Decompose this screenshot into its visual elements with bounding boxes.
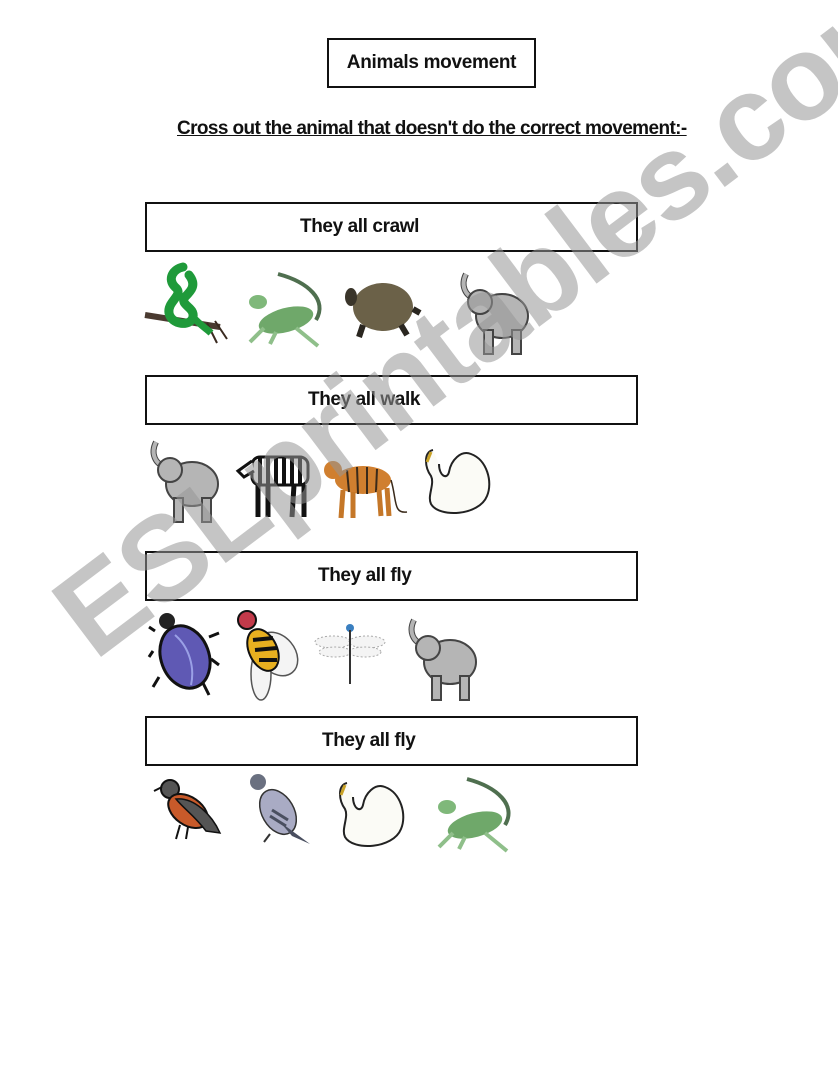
section-heading-text: They all fly	[318, 565, 412, 586]
tiger-icon[interactable]	[323, 450, 408, 522]
iguana-icon[interactable]	[246, 272, 326, 350]
iguana-icon[interactable]	[435, 777, 515, 855]
section-heading-fly-insects: They all fly	[145, 551, 638, 601]
pigeon-icon[interactable]	[246, 772, 312, 848]
elephant-icon[interactable]	[460, 272, 532, 358]
dragonfly-icon[interactable]	[313, 620, 387, 686]
section-heading-text: They all crawl	[300, 216, 420, 237]
worksheet-title-text: Animals movement	[346, 52, 517, 73]
section-heading-text: They all fly	[322, 730, 416, 751]
section-heading-walk: They all walk	[145, 375, 638, 425]
swan-icon[interactable]	[421, 446, 493, 518]
swan-icon[interactable]	[335, 779, 407, 851]
section-heading-text: They all walk	[308, 389, 421, 410]
snake-icon[interactable]	[144, 262, 228, 353]
instruction-text: Cross out the animal that doesn't do the…	[177, 118, 687, 139]
zebra-icon[interactable]	[235, 445, 312, 521]
section-heading-crawl: They all crawl	[145, 202, 638, 252]
elephant-icon[interactable]	[150, 440, 222, 526]
robin-icon[interactable]	[153, 775, 222, 845]
fly-icon[interactable]	[233, 604, 301, 701]
beetle-icon[interactable]	[147, 607, 220, 699]
worksheet-title: Animals movement	[327, 38, 536, 88]
elephant-icon[interactable]	[408, 618, 480, 704]
turtle-icon[interactable]	[345, 279, 422, 339]
section-heading-fly-birds: They all fly	[145, 716, 638, 766]
